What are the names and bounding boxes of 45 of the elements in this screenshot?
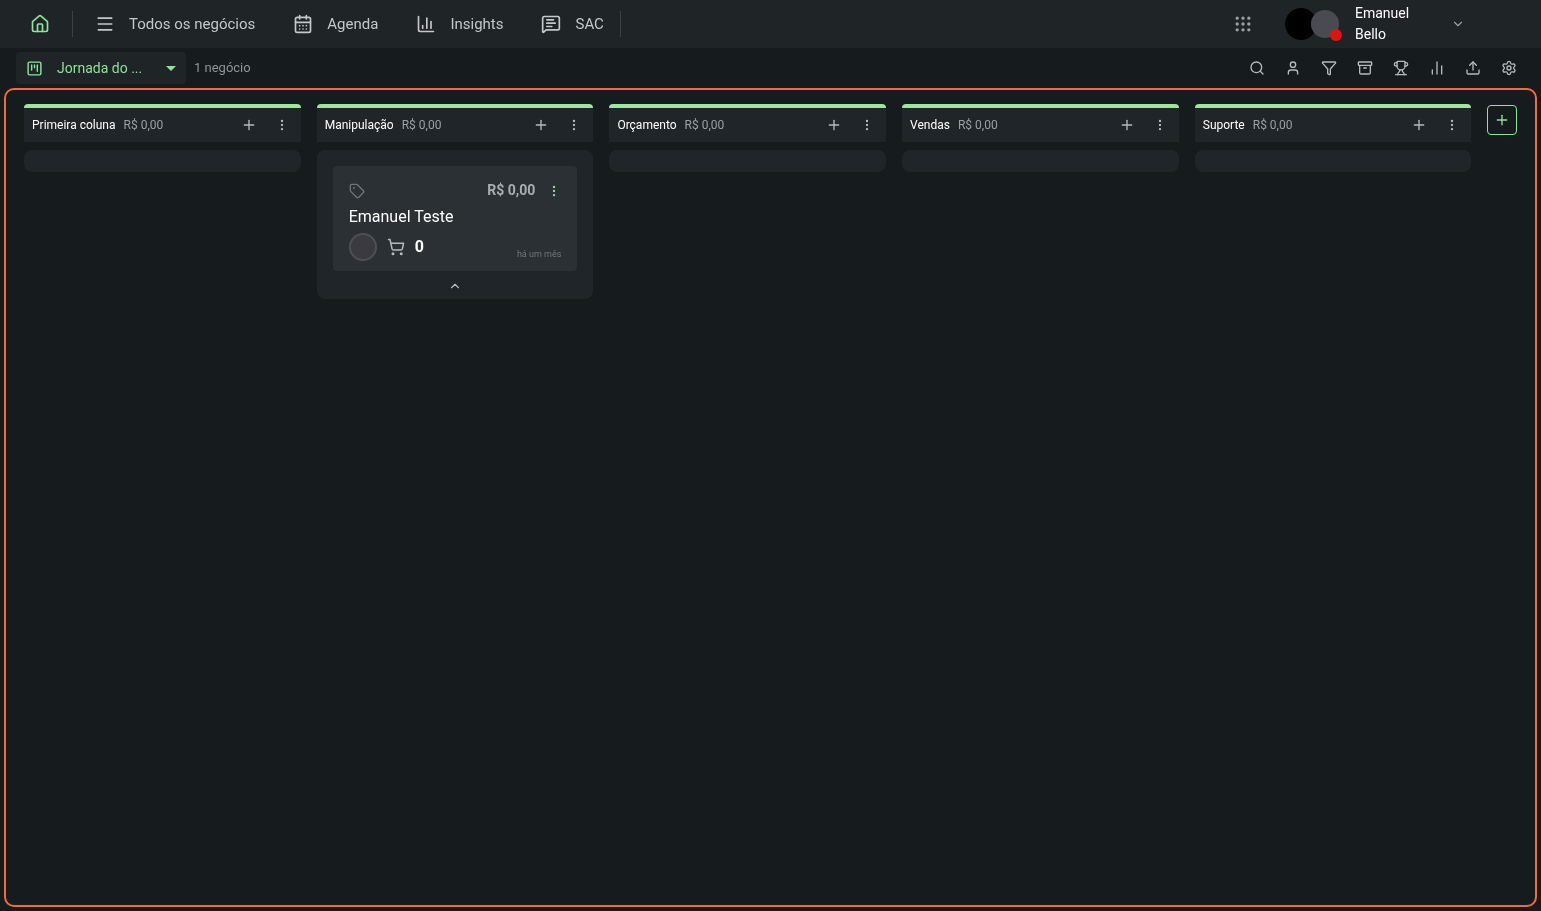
product-count: 0	[414, 236, 424, 258]
column-total: R$ 0,00	[1252, 117, 1293, 134]
column-title: Primeira coluna	[32, 117, 116, 134]
column-title: Vendas	[910, 117, 950, 134]
menu-icon	[95, 14, 115, 34]
search-icon[interactable]	[1249, 60, 1265, 76]
user-avatar[interactable]	[1311, 10, 1339, 38]
column-total: R$ 0,00	[957, 117, 998, 134]
nav-link[interactable]: Agenda	[293, 12, 379, 36]
add-column-button[interactable]	[1487, 105, 1517, 135]
deal-count: 1 negócio	[194, 59, 251, 78]
nav-link[interactable]: Todos os negócios	[95, 12, 256, 36]
bar-chart-icon	[416, 14, 437, 34]
settings-icon[interactable]	[1501, 60, 1517, 76]
column-total: R$ 0,00	[123, 117, 164, 134]
user-first-name: Emanuel	[1355, 4, 1411, 23]
deal-card[interactable]: R$ 0,00 Emanuel Teste 0 há um mês	[332, 166, 578, 271]
caret-icon	[166, 65, 176, 71]
deal-value: R$ 0,00	[487, 181, 536, 200]
person-icon[interactable]	[1285, 60, 1301, 76]
archive-icon[interactable]	[1357, 60, 1373, 76]
column-title: Manipulação	[324, 117, 394, 134]
column-title: Suporte	[1202, 117, 1245, 134]
cart-icon	[386, 238, 405, 256]
deal-title: Emanuel Teste	[348, 206, 455, 228]
owner-avatar	[348, 233, 377, 261]
column-total: R$ 0,00	[684, 117, 725, 134]
home-icon	[30, 14, 50, 34]
apps-grid-icon[interactable]	[1233, 14, 1253, 34]
filter-icon[interactable]	[1321, 60, 1337, 76]
calendar-icon	[293, 14, 314, 34]
tag-icon	[348, 182, 365, 199]
nav-link[interactable]: Insights	[416, 12, 504, 36]
bar-chart-icon[interactable]	[1429, 60, 1445, 76]
trophy-icon[interactable]	[1393, 60, 1409, 76]
user-last-name: Bello	[1355, 25, 1387, 44]
deal-time: há um mês	[516, 247, 562, 261]
upload-icon[interactable]	[1465, 60, 1481, 76]
column-title: Orçamento	[617, 117, 677, 134]
column-total: R$ 0,00	[401, 117, 442, 134]
home-button[interactable]	[30, 11, 73, 37]
pipeline-dropdown[interactable]: Jornada do ...	[16, 52, 186, 84]
board-icon	[26, 59, 43, 77]
chat-icon	[541, 14, 562, 34]
nav-link[interactable]: SAC	[541, 12, 604, 36]
